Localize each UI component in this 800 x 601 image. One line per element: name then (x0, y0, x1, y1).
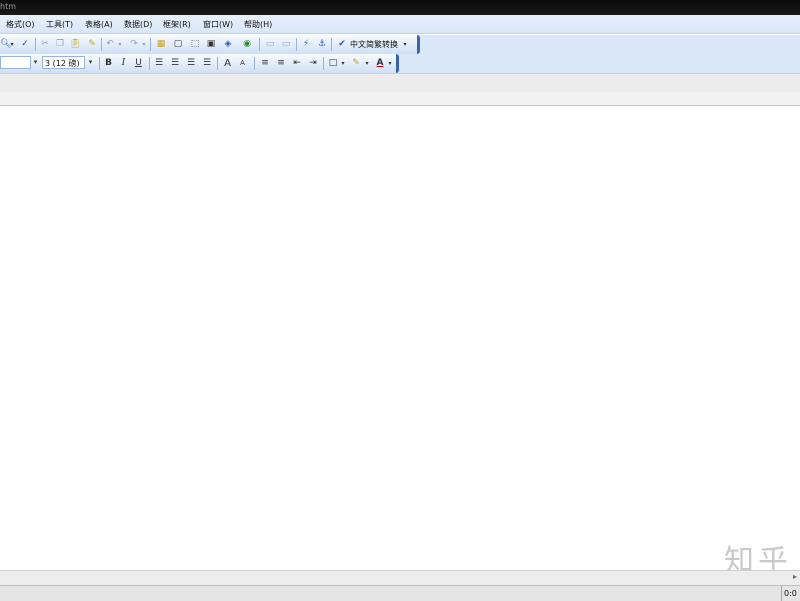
anchor-icon[interactable]: ⚓ (316, 38, 328, 51)
font-name-field[interactable] (0, 56, 31, 69)
toolbar-separator (259, 38, 260, 51)
menu-data[interactable]: 数据(D) (124, 19, 152, 30)
dictionary-icon: ✔ (338, 39, 346, 49)
standard-toolbar: 🔍︎ ▾ ✓ ✂ ❐ 📋︎ ✎ ↶ ▾ ↷ ▾ ▦ ▢ ⬚ ▣ ◈ ◉ ▭ ▭ … (0, 35, 420, 54)
menu-bar: 格式(O) 工具(T) 表格(A) 数据(D) 框架(R) 窗口(W) 帮助(H… (0, 15, 800, 34)
toolbar-separator (323, 57, 324, 70)
spell-check-icon[interactable]: ✓ (19, 38, 31, 51)
insert-table-icon[interactable]: ▦ (155, 38, 167, 51)
toolbar-separator (35, 38, 36, 51)
menu-format[interactable]: 格式(O) (6, 19, 35, 30)
bold-button[interactable]: B (103, 57, 114, 70)
status-bar: 0:0 (0, 585, 800, 601)
bulleted-list-icon[interactable]: ≡ (275, 57, 287, 70)
numbered-list-icon[interactable]: ≡ (259, 57, 271, 70)
tab-strip (0, 92, 800, 106)
border-icon[interactable]: □ (327, 57, 339, 70)
formatting-toolbar: ▾ 3 (12 磅) ▾ B I U ☰ ☰ ☰ ☰ A A ≡ ≡ ⇤ ⇥ □… (0, 54, 399, 73)
toolbar-separator (217, 57, 218, 70)
menu-help[interactable]: 帮助(H) (244, 19, 272, 30)
insert-frame-icon[interactable]: ⬚ (189, 38, 201, 51)
paste-icon[interactable]: 📋︎ (69, 38, 81, 51)
italic-button[interactable]: I (118, 57, 129, 70)
underline-button[interactable]: U (133, 57, 144, 70)
frame-icon[interactable]: ▢ (172, 38, 184, 51)
toolbar-separator (99, 57, 100, 70)
window-title: htm (0, 2, 16, 11)
page2-icon[interactable]: ▭ (280, 38, 292, 51)
horizontal-scrollbar[interactable]: ▸ (0, 570, 800, 585)
menu-table[interactable]: 表格(A) (85, 19, 113, 30)
toolbar-separator (331, 38, 332, 51)
zoom-dropdown-icon[interactable]: ▾ (9, 38, 15, 51)
link-icon[interactable]: ⚡ (300, 38, 312, 51)
conversion-dropdown-icon[interactable]: ▾ (402, 38, 408, 51)
ruler-area (0, 73, 800, 93)
toolbar-separator (101, 38, 102, 51)
menu-window[interactable]: 窗口(W) (203, 19, 233, 30)
align-center-icon[interactable]: ☰ (169, 57, 181, 70)
align-right-icon[interactable]: ☰ (185, 57, 197, 70)
window-titlebar: htm (0, 0, 800, 15)
page-icon[interactable]: ▭ (264, 38, 276, 51)
align-left-icon[interactable]: ☰ (153, 57, 165, 70)
highlight-icon[interactable]: ✎ (350, 57, 362, 70)
font-color-icon[interactable]: A (374, 57, 386, 70)
toolbar-separator (296, 38, 297, 51)
undo-dropdown-icon[interactable]: ▾ (117, 38, 123, 51)
toolbar-separator (254, 57, 255, 70)
zoom-icon[interactable]: 🔍︎ (0, 38, 11, 51)
status-clock: 0:0 (781, 586, 800, 601)
font-size-field[interactable]: 3 (12 磅) (42, 56, 85, 69)
font-size-dropdown-icon[interactable]: ▾ (86, 56, 95, 69)
decrease-indent-icon[interactable]: ⇤ (291, 57, 303, 70)
copy-icon[interactable]: ❐ (54, 38, 66, 51)
redo-dropdown-icon[interactable]: ▾ (141, 38, 147, 51)
menu-tools[interactable]: 工具(T) (46, 19, 73, 30)
redo-icon[interactable]: ↷ (128, 38, 140, 51)
format-painter-icon[interactable]: ✎ (86, 38, 98, 51)
undo-icon[interactable]: ↶ (104, 38, 116, 51)
toolbar-separator (149, 57, 150, 70)
scroll-right-arrow-icon[interactable]: ▸ (793, 572, 797, 581)
highlight-dropdown-icon[interactable]: ▾ (364, 57, 370, 70)
menu-frame[interactable]: 框架(R) (163, 19, 191, 30)
font-shrink-button[interactable]: A (237, 57, 248, 70)
border-dropdown-icon[interactable]: ▾ (340, 57, 346, 70)
web-icon[interactable]: ◈ (222, 38, 234, 51)
picture-icon[interactable]: ▣ (205, 38, 217, 51)
chinese-conversion-button[interactable]: 中文简繁转换 (350, 38, 398, 51)
globe-icon[interactable]: ◉ (241, 38, 253, 51)
document-canvas[interactable] (0, 106, 800, 570)
font-name-dropdown-icon[interactable]: ▾ (31, 56, 40, 69)
justify-icon[interactable]: ☰ (201, 57, 213, 70)
toolbar-separator (150, 38, 151, 51)
font-color-dropdown-icon[interactable]: ▾ (387, 57, 393, 70)
increase-indent-icon[interactable]: ⇥ (307, 57, 319, 70)
cut-icon[interactable]: ✂ (39, 38, 51, 51)
font-grow-button[interactable]: A (222, 57, 233, 70)
